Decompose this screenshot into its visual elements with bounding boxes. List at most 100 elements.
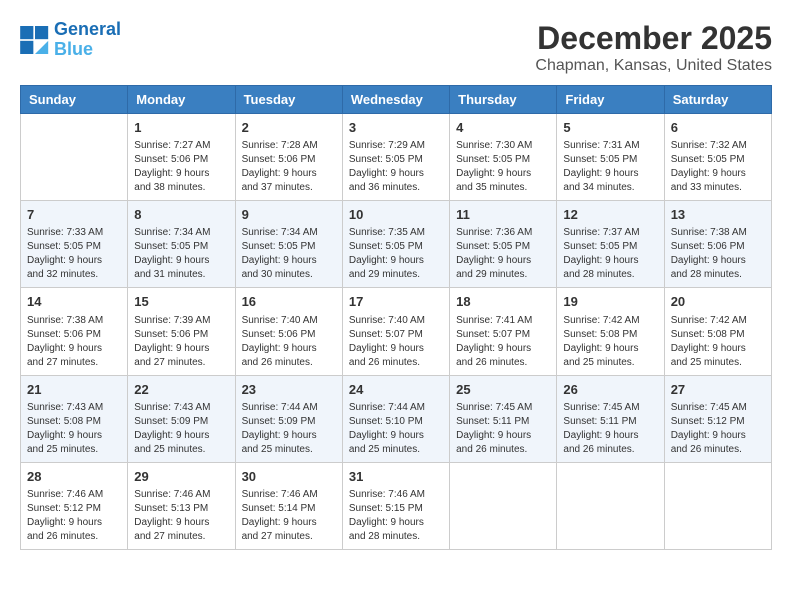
day-number: 18	[456, 293, 550, 311]
day-info: Sunrise: 7:28 AM Sunset: 5:06 PM Dayligh…	[242, 139, 336, 195]
calendar-day-cell: 27 Sunrise: 7:45 AM Sunset: 5:12 PM Dayli…	[664, 375, 771, 462]
calendar-table: SundayMondayTuesdayWednesdayThursdayFrid…	[20, 85, 772, 550]
calendar-week-row: 28 Sunrise: 7:46 AM Sunset: 5:12 PM Dayli…	[21, 462, 772, 549]
calendar-day-cell: 11 Sunrise: 7:36 AM Sunset: 5:05 PM Dayli…	[450, 201, 557, 288]
calendar-week-row: 1 Sunrise: 7:27 AM Sunset: 5:06 PM Daylig…	[21, 114, 772, 201]
page-title: December 2025	[535, 20, 772, 57]
calendar-day-cell: 1 Sunrise: 7:27 AM Sunset: 5:06 PM Daylig…	[128, 114, 235, 201]
day-info: Sunrise: 7:27 AM Sunset: 5:06 PM Dayligh…	[134, 139, 228, 195]
day-number: 30	[242, 468, 336, 486]
day-number: 8	[134, 206, 228, 224]
calendar-week-row: 14 Sunrise: 7:38 AM Sunset: 5:06 PM Dayli…	[21, 288, 772, 375]
day-number: 7	[27, 206, 121, 224]
day-number: 4	[456, 119, 550, 137]
day-number: 20	[671, 293, 765, 311]
calendar-day-cell: 3 Sunrise: 7:29 AM Sunset: 5:05 PM Daylig…	[342, 114, 449, 201]
day-info: Sunrise: 7:39 AM Sunset: 5:06 PM Dayligh…	[134, 314, 228, 370]
day-number: 2	[242, 119, 336, 137]
calendar-day-header: Thursday	[450, 86, 557, 114]
calendar-day-cell	[21, 114, 128, 201]
day-number: 15	[134, 293, 228, 311]
calendar-day-cell: 2 Sunrise: 7:28 AM Sunset: 5:06 PM Daylig…	[235, 114, 342, 201]
day-number: 6	[671, 119, 765, 137]
calendar-day-cell: 10 Sunrise: 7:35 AM Sunset: 5:05 PM Dayli…	[342, 201, 449, 288]
calendar-day-cell: 17Sunrise: 7:40 AM Sunset: 5:07 PM Dayli…	[342, 288, 449, 375]
calendar-day-cell: 21 Sunrise: 7:43 AM Sunset: 5:08 PM Dayli…	[21, 375, 128, 462]
calendar-day-cell: 24 Sunrise: 7:44 AM Sunset: 5:10 PM Dayli…	[342, 375, 449, 462]
calendar-day-cell: 25 Sunrise: 7:45 AM Sunset: 5:11 PM Dayli…	[450, 375, 557, 462]
calendar-day-header: Tuesday	[235, 86, 342, 114]
calendar-day-cell: 9Sunrise: 7:34 AM Sunset: 5:05 PM Daylig…	[235, 201, 342, 288]
day-number: 12	[563, 206, 657, 224]
day-number: 25	[456, 381, 550, 399]
day-info: Sunrise: 7:46 AM Sunset: 5:15 PM Dayligh…	[349, 488, 443, 544]
day-info: Sunrise: 7:33 AM Sunset: 5:05 PM Dayligh…	[27, 226, 121, 282]
day-number: 28	[27, 468, 121, 486]
calendar-day-header: Sunday	[21, 86, 128, 114]
calendar-day-cell: 15 Sunrise: 7:39 AM Sunset: 5:06 PM Dayli…	[128, 288, 235, 375]
calendar-day-header: Wednesday	[342, 86, 449, 114]
day-info: Sunrise: 7:41 AM Sunset: 5:07 PM Dayligh…	[456, 314, 550, 370]
day-info: Sunrise: 7:40 AM Sunset: 5:06 PM Dayligh…	[242, 314, 336, 370]
calendar-day-header: Monday	[128, 86, 235, 114]
day-info: Sunrise: 7:46 AM Sunset: 5:12 PM Dayligh…	[27, 488, 121, 544]
day-number: 5	[563, 119, 657, 137]
day-info: Sunrise: 7:30 AM Sunset: 5:05 PM Dayligh…	[456, 139, 550, 195]
calendar-day-cell: 31 Sunrise: 7:46 AM Sunset: 5:15 PM Dayli…	[342, 462, 449, 549]
day-info: Sunrise: 7:43 AM Sunset: 5:08 PM Dayligh…	[27, 401, 121, 457]
calendar-day-cell: 4 Sunrise: 7:30 AM Sunset: 5:05 PM Daylig…	[450, 114, 557, 201]
logo-icon	[20, 26, 50, 54]
day-info: Sunrise: 7:34 AM Sunset: 5:05 PM Dayligh…	[134, 226, 228, 282]
day-info: Sunrise: 7:36 AM Sunset: 5:05 PM Dayligh…	[456, 226, 550, 282]
day-info: Sunrise: 7:45 AM Sunset: 5:12 PM Dayligh…	[671, 401, 765, 457]
calendar-day-cell: 18 Sunrise: 7:41 AM Sunset: 5:07 PM Dayli…	[450, 288, 557, 375]
calendar-day-cell: 13 Sunrise: 7:38 AM Sunset: 5:06 PM Dayli…	[664, 201, 771, 288]
day-info: Sunrise: 7:38 AM Sunset: 5:06 PM Dayligh…	[671, 226, 765, 282]
day-info: Sunrise: 7:45 AM Sunset: 5:11 PM Dayligh…	[456, 401, 550, 457]
day-number: 13	[671, 206, 765, 224]
day-info: Sunrise: 7:35 AM Sunset: 5:05 PM Dayligh…	[349, 226, 443, 282]
day-info: Sunrise: 7:46 AM Sunset: 5:13 PM Dayligh…	[134, 488, 228, 544]
day-number: 31	[349, 468, 443, 486]
day-number: 1	[134, 119, 228, 137]
calendar-day-cell: 22Sunrise: 7:43 AM Sunset: 5:09 PM Dayli…	[128, 375, 235, 462]
title-block: December 2025 Chapman, Kansas, United St…	[535, 20, 772, 75]
day-info: Sunrise: 7:42 AM Sunset: 5:08 PM Dayligh…	[563, 314, 657, 370]
day-info: Sunrise: 7:38 AM Sunset: 5:06 PM Dayligh…	[27, 314, 121, 370]
day-number: 3	[349, 119, 443, 137]
calendar-day-cell	[450, 462, 557, 549]
page-subtitle: Chapman, Kansas, United States	[535, 57, 772, 75]
day-info: Sunrise: 7:44 AM Sunset: 5:09 PM Dayligh…	[242, 401, 336, 457]
day-number: 14	[27, 293, 121, 311]
calendar-day-cell: 30Sunrise: 7:46 AM Sunset: 5:14 PM Dayli…	[235, 462, 342, 549]
day-number: 23	[242, 381, 336, 399]
day-number: 26	[563, 381, 657, 399]
day-info: Sunrise: 7:44 AM Sunset: 5:10 PM Dayligh…	[349, 401, 443, 457]
day-number: 10	[349, 206, 443, 224]
calendar-day-cell: 20Sunrise: 7:42 AM Sunset: 5:08 PM Dayli…	[664, 288, 771, 375]
calendar-day-cell: 6Sunrise: 7:32 AM Sunset: 5:05 PM Daylig…	[664, 114, 771, 201]
calendar-day-cell: 7 Sunrise: 7:33 AM Sunset: 5:05 PM Daylig…	[21, 201, 128, 288]
calendar-day-cell: 14 Sunrise: 7:38 AM Sunset: 5:06 PM Dayli…	[21, 288, 128, 375]
calendar-day-cell: 26 Sunrise: 7:45 AM Sunset: 5:11 PM Dayli…	[557, 375, 664, 462]
calendar-header-row: SundayMondayTuesdayWednesdayThursdayFrid…	[21, 86, 772, 114]
day-number: 11	[456, 206, 550, 224]
calendar-day-cell: 5 Sunrise: 7:31 AM Sunset: 5:05 PM Daylig…	[557, 114, 664, 201]
logo: General Blue	[20, 20, 121, 60]
day-info: Sunrise: 7:29 AM Sunset: 5:05 PM Dayligh…	[349, 139, 443, 195]
calendar-day-cell	[557, 462, 664, 549]
day-number: 19	[563, 293, 657, 311]
day-number: 21	[27, 381, 121, 399]
calendar-day-cell: 12Sunrise: 7:37 AM Sunset: 5:05 PM Dayli…	[557, 201, 664, 288]
day-number: 22	[134, 381, 228, 399]
day-number: 27	[671, 381, 765, 399]
day-info: Sunrise: 7:34 AM Sunset: 5:05 PM Dayligh…	[242, 226, 336, 282]
logo-text: General Blue	[54, 20, 121, 60]
calendar-day-cell: 19 Sunrise: 7:42 AM Sunset: 5:08 PM Dayli…	[557, 288, 664, 375]
day-info: Sunrise: 7:31 AM Sunset: 5:05 PM Dayligh…	[563, 139, 657, 195]
day-number: 24	[349, 381, 443, 399]
calendar-week-row: 7 Sunrise: 7:33 AM Sunset: 5:05 PM Daylig…	[21, 201, 772, 288]
calendar-day-header: Saturday	[664, 86, 771, 114]
calendar-day-header: Friday	[557, 86, 664, 114]
day-info: Sunrise: 7:45 AM Sunset: 5:11 PM Dayligh…	[563, 401, 657, 457]
